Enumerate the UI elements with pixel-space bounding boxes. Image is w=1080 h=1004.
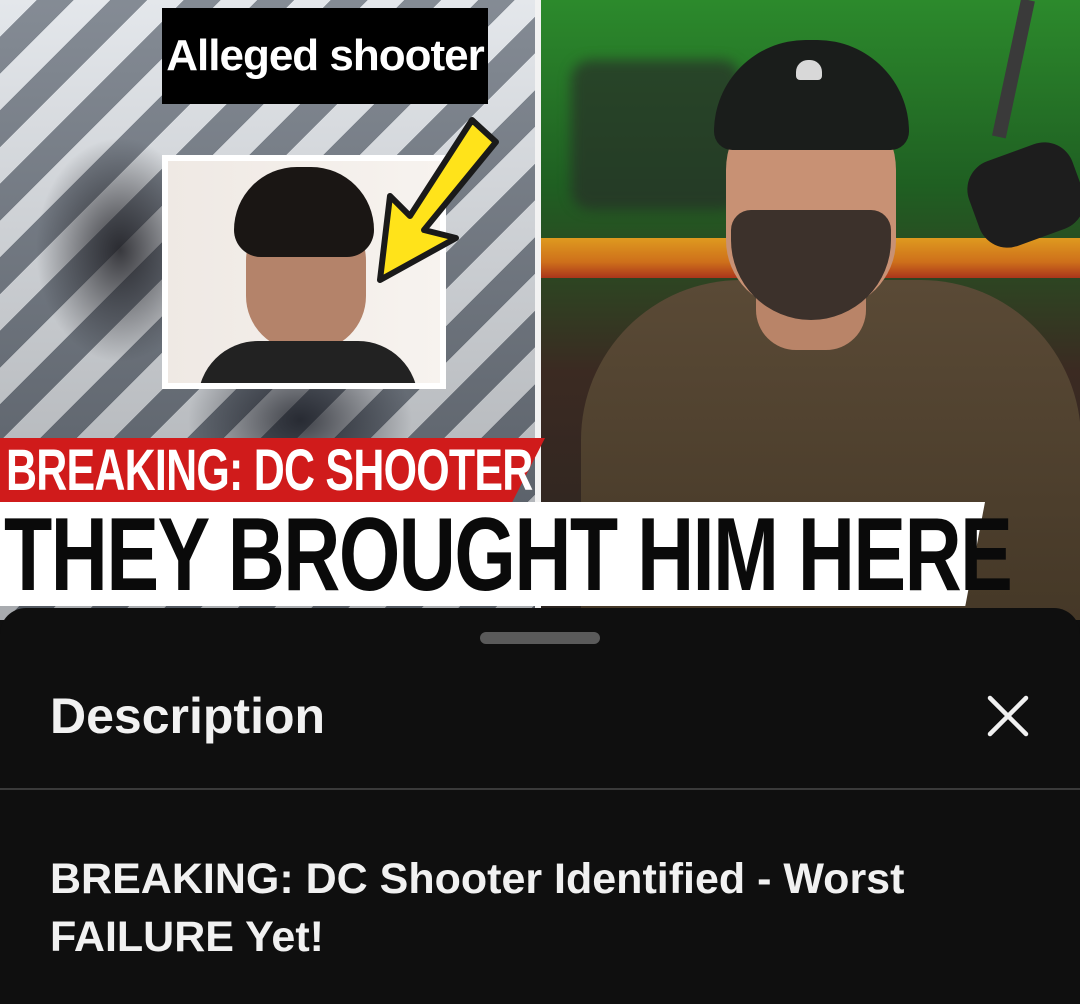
video-thumbnail[interactable]: Alleged shooter BREAKING: DC SHOOTER THE… — [0, 0, 1080, 620]
sheet-drag-handle[interactable] — [480, 632, 600, 644]
alleged-shooter-label: Alleged shooter — [162, 8, 488, 104]
yellow-arrow-icon — [377, 117, 499, 283]
video-title: BREAKING: DC Shooter Identified - Worst … — [50, 855, 905, 961]
suspect-shirt — [198, 341, 418, 383]
sheet-divider — [0, 788, 1080, 790]
host-cap — [714, 40, 909, 150]
sheet-title: Description — [50, 688, 326, 744]
youtube-description-screen: Alleged shooter BREAKING: DC SHOOTER THE… — [0, 0, 1080, 1004]
sheet-header: Description — [0, 662, 1080, 788]
suspect-hair — [234, 167, 374, 257]
close-button[interactable] — [976, 684, 1040, 748]
cap-logo — [796, 60, 822, 80]
description-sheet: Description BREAKING: DC Shooter Identif… — [0, 608, 1080, 1004]
breaking-banner-text: BREAKING: DC SHOOTER — [6, 438, 533, 503]
close-icon — [987, 695, 1029, 737]
headline-banner-text: THEY BROUGHT HIM HERE — [4, 497, 1013, 613]
